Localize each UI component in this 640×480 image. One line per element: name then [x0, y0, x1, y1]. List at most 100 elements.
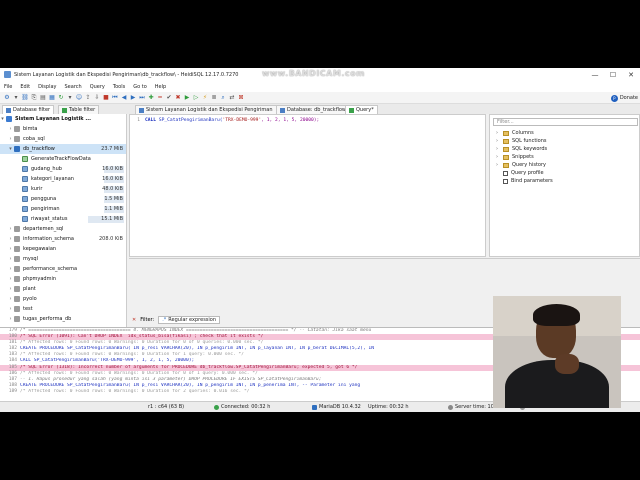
replace-icon[interactable]: ⇄ — [228, 94, 236, 102]
run-selection-icon[interactable]: ▷ — [192, 94, 200, 102]
tree-item[interactable]: ▾ db_trackflow 23.7 MiB — [0, 144, 126, 154]
expand-icon[interactable]: ▾ — [0, 116, 5, 122]
last-record-icon[interactable]: ⏭ — [138, 94, 146, 102]
first-record-icon[interactable]: ⏮ — [111, 94, 119, 102]
sql-editor[interactable]: 1 CALL SP_CatatPengirimanBaru('TRX-DEMO-… — [129, 114, 486, 257]
expand-icon[interactable]: › — [8, 126, 13, 132]
next-record-icon[interactable]: ▶ — [129, 94, 137, 102]
expand-icon[interactable]: › — [496, 130, 500, 136]
import-icon[interactable]: ⇩ — [93, 94, 101, 102]
copy-icon[interactable]: ⎘ — [30, 94, 38, 102]
tree-item[interactable]: › pyolo — [0, 294, 126, 304]
helper-item[interactable]: › Columns — [496, 129, 534, 137]
close-tab-icon[interactable]: ⊠ — [237, 94, 245, 102]
tree-item[interactable]: kurir 48.0 KiB — [0, 184, 126, 194]
format-sql-icon[interactable]: ≣ — [210, 94, 218, 102]
tree-item[interactable]: kategori_layanan 16.0 KiB — [0, 174, 126, 184]
cancel-edit-icon[interactable]: ✖ — [174, 94, 182, 102]
helper-item[interactable]: › Snippets — [496, 153, 534, 161]
search-icon[interactable]: ⌕ — [219, 94, 227, 102]
status-uptime: Uptime: 00:32 h — [368, 404, 409, 410]
expand-icon[interactable]: › — [8, 256, 13, 262]
expand-icon[interactable]: › — [8, 306, 13, 312]
tree-item[interactable]: › coba_sql — [0, 134, 126, 144]
link-icon[interactable]: ⛓ — [21, 94, 29, 102]
close-button[interactable]: ✕ — [622, 71, 640, 79]
tab-query[interactable]: Query* — [345, 105, 378, 114]
tree-root[interactable]: ▾ Sistem Layanan Logistik ... — [0, 114, 126, 124]
tab-database-filter[interactable]: Database filter — [2, 105, 55, 114]
expand-icon[interactable]: › — [8, 286, 13, 292]
post-icon[interactable]: ✔ — [165, 94, 173, 102]
expand-icon[interactable]: › — [496, 146, 500, 152]
query-profile-icon[interactable] — [503, 170, 508, 176]
expand-icon[interactable]: › — [496, 154, 500, 160]
menu-search[interactable]: Search — [61, 84, 86, 90]
expand-icon[interactable]: › — [8, 136, 13, 142]
expand-icon[interactable]: ▾ — [8, 146, 13, 152]
explain-icon[interactable]: ⚡ — [201, 94, 209, 102]
menu-display[interactable]: Display — [34, 84, 60, 90]
delete-row-icon[interactable]: ━ — [156, 94, 164, 102]
layout-icon[interactable]: ▦ — [48, 94, 56, 102]
menu-file[interactable]: File — [0, 84, 16, 90]
tree-item[interactable]: riwayat_status 15.1 MiB — [0, 214, 126, 224]
regex-toggle[interactable]: .* Regular expression — [158, 316, 221, 324]
tree-item[interactable]: pengiriman 1.1 MiB — [0, 204, 126, 214]
expand-icon[interactable]: › — [8, 226, 13, 232]
tree-item[interactable]: › test — [0, 304, 126, 314]
tree-item[interactable]: › mysql — [0, 254, 126, 264]
helper-item[interactable]: › Query history — [496, 161, 546, 169]
tree-item[interactable]: › information_schema 208.0 KiB — [0, 234, 126, 244]
expand-icon[interactable]: › — [496, 162, 500, 168]
run-query-icon[interactable]: ▶ — [183, 94, 191, 102]
helper-item[interactable]: › SQL keywords — [496, 145, 547, 153]
tree-item[interactable]: › kepegawaian — [0, 244, 126, 254]
donate-button[interactable]: P Donate — [610, 93, 640, 103]
tree-item[interactable]: gudang_hub 16.0 KiB — [0, 164, 126, 174]
helper-item[interactable]: Query profile — [496, 169, 544, 177]
dropdown-arrow-icon[interactable]: ▾ — [66, 94, 74, 102]
paste-icon[interactable]: ▤ — [39, 94, 47, 102]
tree-item[interactable]: › phpmyadmin — [0, 274, 126, 284]
menu-query[interactable]: Query — [86, 84, 109, 90]
expand-icon[interactable]: › — [8, 236, 13, 242]
maximize-button[interactable]: ☐ — [604, 71, 622, 79]
tree-item[interactable]: GenerateTrackFlowData — [0, 154, 126, 164]
close-filter-icon[interactable]: ✕ — [132, 317, 136, 323]
session-manager-icon[interactable]: ⚙ — [3, 94, 11, 102]
refresh-icon[interactable]: ↻ — [57, 94, 65, 102]
tab-database[interactable]: Database: db_trackflow — [276, 105, 351, 114]
bind-parameters-icon[interactable] — [503, 178, 508, 184]
tree-item[interactable]: › tugas_performa_db — [0, 314, 126, 324]
user-manager-icon[interactable]: ☺ — [75, 94, 83, 102]
expand-icon[interactable]: › — [8, 316, 13, 322]
helper-filter-input[interactable]: Filter... — [493, 118, 638, 126]
insert-row-icon[interactable]: ✚ — [147, 94, 155, 102]
menu-help[interactable]: Help — [151, 84, 170, 90]
tab-host[interactable]: Sistem Layanan Logistik dan Ekspedisi Pe… — [135, 105, 277, 114]
minimize-button[interactable]: — — [586, 71, 604, 79]
dropdown-arrow-icon[interactable]: ▾ — [12, 94, 20, 102]
prev-record-icon[interactable]: ◀ — [120, 94, 128, 102]
helper-item[interactable]: › SQL functions — [496, 137, 547, 145]
tree-item[interactable]: › plant — [0, 284, 126, 294]
tree-item[interactable]: › departemen_sql — [0, 224, 126, 234]
stop-icon[interactable]: ■ — [102, 94, 110, 102]
menu-goto[interactable]: Go to — [129, 84, 151, 90]
export-icon[interactable]: ⇪ — [84, 94, 92, 102]
expand-icon[interactable]: › — [8, 296, 13, 302]
menu-edit[interactable]: Edit — [16, 84, 34, 90]
menu-tools[interactable]: Tools — [109, 84, 129, 90]
host-icon — [139, 107, 144, 113]
tree-item[interactable]: › bimta — [0, 124, 126, 134]
tab-table-filter[interactable]: Table filter — [58, 105, 100, 114]
expand-icon[interactable]: › — [8, 266, 13, 272]
expand-icon[interactable]: › — [8, 246, 13, 252]
helper-item[interactable]: Bind parameters — [496, 177, 553, 185]
expand-icon[interactable]: › — [8, 276, 13, 282]
expand-icon[interactable]: › — [496, 138, 500, 144]
tree-item[interactable]: › performance_schema — [0, 264, 126, 274]
tree-item[interactable]: pengguna 1.5 MiB — [0, 194, 126, 204]
sql-code-line[interactable]: CALL SP_CatatPengirimanBaru('TRX-DEMO-99… — [145, 118, 319, 123]
